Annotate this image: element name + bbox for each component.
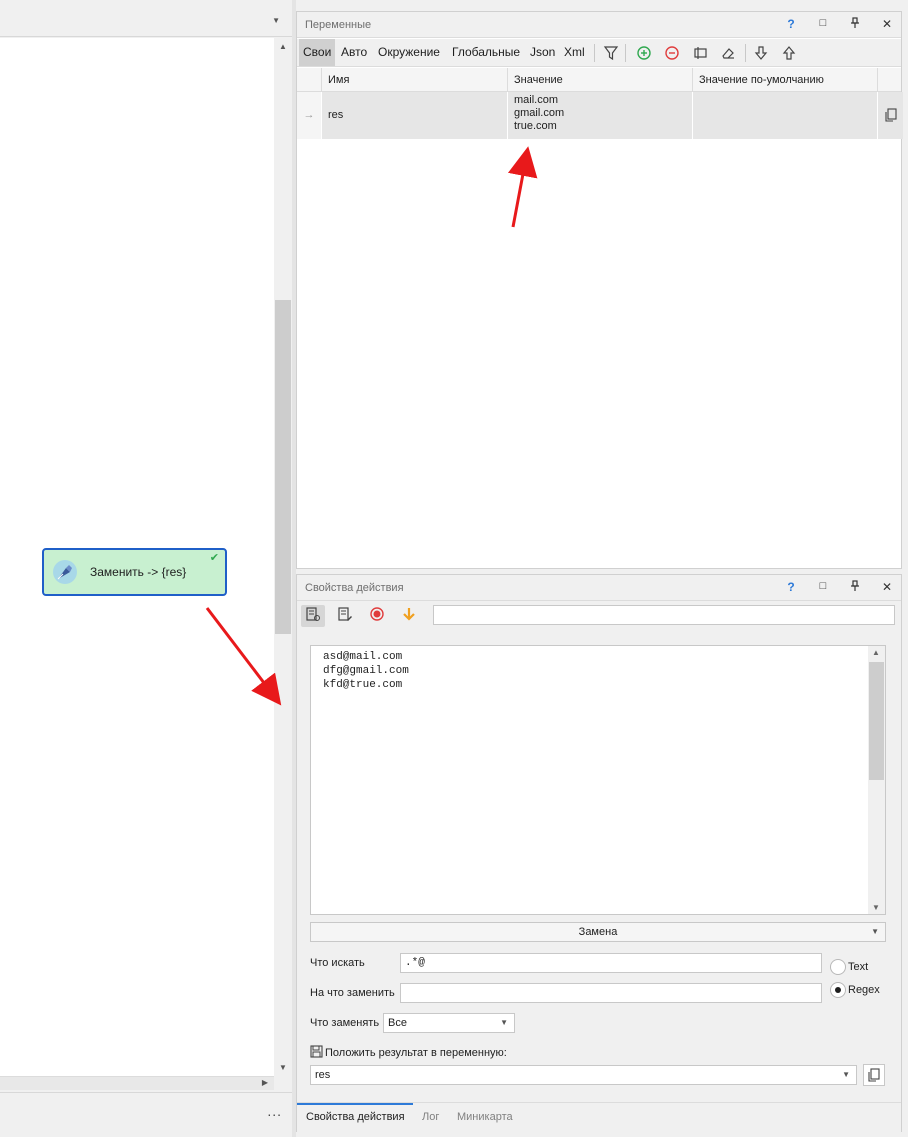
tab-minimap[interactable]: Миникарта	[457, 1111, 513, 1123]
properties-bottom-tabs: Свойства действия Лог Миникарта	[297, 1102, 901, 1132]
arrow-down-orange-icon[interactable]	[397, 605, 421, 627]
tab-global[interactable]: Глобальные	[448, 39, 524, 66]
tab-own[interactable]: Свои	[299, 39, 336, 66]
caret-down-icon: ▼	[500, 1018, 508, 1027]
help-icon[interactable]: ?	[783, 17, 799, 31]
what-replace-value: Все	[388, 1017, 407, 1029]
scroll-thumb[interactable]	[275, 300, 291, 634]
table-row[interactable]: → res mail.com gmail.com true.com	[297, 92, 903, 139]
scroll-up-icon[interactable]: ▲	[279, 42, 287, 51]
remove-icon[interactable]	[663, 44, 681, 62]
pin-icon[interactable]	[847, 17, 863, 32]
mode-select-value: Замена	[578, 926, 618, 938]
radio-text[interactable]	[830, 959, 846, 975]
add-icon[interactable]	[635, 44, 653, 62]
variable-name-cell[interactable]: res	[321, 92, 507, 139]
result-variable-select[interactable]: res ▼	[310, 1065, 857, 1085]
pin-icon[interactable]	[847, 580, 863, 595]
mode-select[interactable]: Замена ▼	[310, 922, 886, 942]
scroll-thumb[interactable]	[869, 662, 884, 780]
maximize-icon[interactable]: □	[815, 17, 831, 29]
save-icon	[310, 1045, 323, 1058]
tab-log[interactable]: Лог	[422, 1111, 439, 1123]
value-line: gmail.com	[514, 107, 565, 119]
caret-down-icon: ▼	[842, 1070, 850, 1079]
value-line: true.com	[514, 120, 557, 132]
properties-toolbar	[297, 602, 901, 630]
scroll-down-icon[interactable]: ▼	[872, 903, 880, 912]
replace-label: На что заменить	[310, 987, 395, 999]
variable-value-cell[interactable]: mail.com gmail.com true.com	[507, 92, 692, 139]
edit-note-icon[interactable]	[333, 605, 357, 627]
active-tab-indicator	[297, 1103, 413, 1105]
filter-icon[interactable]	[602, 44, 620, 62]
find-input[interactable]: .*@	[400, 953, 822, 973]
variable-default-cell[interactable]	[692, 92, 877, 139]
caret-down-icon: ▼	[871, 927, 879, 936]
result-variable-value: res	[315, 1069, 331, 1081]
copy-icon	[868, 1068, 880, 1082]
variables-panel: Переменные ? □ ✕ Свои Авто Окружение Гло…	[296, 11, 903, 569]
input-text-area[interactable]: asd@mail.com dfg@gmail.com kfd@true.com …	[310, 645, 886, 915]
replace-action-node[interactable]: Заменить -> {res} ✔	[42, 548, 227, 596]
caret-down-icon[interactable]: ▼	[272, 16, 280, 25]
result-label: Положить результат в переменную:	[325, 1047, 507, 1059]
value-line: mail.com	[514, 94, 559, 106]
scroll-down-icon[interactable]: ▼	[279, 1063, 287, 1072]
canvas-vertical-scrollbar[interactable]: ▲ ▼	[274, 38, 292, 1076]
canvas-horizontal-scrollbar[interactable]: ▶	[0, 1076, 274, 1090]
scroll-right-icon[interactable]: ▶	[262, 1078, 268, 1087]
more-icon[interactable]: ...	[267, 1103, 282, 1119]
workflow-bottom-bar: ...	[0, 1092, 292, 1132]
input-text-content[interactable]: asd@mail.com dfg@gmail.com kfd@true.com	[323, 650, 409, 692]
column-header-name[interactable]: Имя	[321, 68, 507, 92]
column-header-default[interactable]: Значение по-умолчанию	[692, 68, 877, 92]
column-header-extra	[877, 68, 903, 92]
properties-search-input[interactable]	[433, 605, 895, 625]
arrow-down-icon[interactable]	[752, 44, 770, 62]
variable-action-cell	[877, 92, 903, 139]
row-indicator-icon: →	[297, 92, 321, 139]
close-icon[interactable]: ✕	[879, 580, 895, 594]
action-settings-icon[interactable]	[301, 605, 325, 627]
copy-variable-button[interactable]	[863, 1064, 885, 1086]
eraser-icon[interactable]	[719, 44, 737, 62]
copy-icon[interactable]	[883, 107, 899, 123]
toolbar-separator	[594, 44, 595, 62]
variables-grid-header: Имя Значение Значение по-умолчанию	[297, 68, 901, 92]
panel-title: Свойства действия	[305, 582, 404, 594]
variables-panel-header: Переменные ? □ ✕	[297, 12, 901, 38]
record-icon[interactable]	[365, 605, 389, 627]
text-area-scrollbar[interactable]: ▲ ▼	[868, 646, 885, 914]
radio-regex[interactable]	[830, 982, 846, 998]
what-replace-select[interactable]: Все ▼	[383, 1013, 515, 1033]
toolbar-separator	[745, 44, 746, 62]
arrow-up-icon[interactable]	[780, 44, 798, 62]
panel-title: Переменные	[305, 19, 372, 31]
close-icon[interactable]: ✕	[879, 17, 895, 31]
radio-regex-label[interactable]: Regex	[848, 984, 880, 996]
action-properties-panel: Свойства действия ? □ ✕ asd@mail.com dfg…	[296, 574, 902, 1132]
help-icon[interactable]: ?	[783, 580, 799, 594]
radio-text-label[interactable]: Text	[848, 961, 868, 973]
pen-nib-icon	[53, 560, 77, 584]
replace-input[interactable]	[400, 983, 822, 1003]
what-replace-label: Что заменять	[310, 1017, 380, 1029]
node-label: Заменить -> {res}	[90, 565, 187, 579]
workflow-topbar: ▼	[0, 8, 292, 37]
tab-xml[interactable]: Xml	[560, 39, 589, 66]
toolbar-separator	[625, 44, 626, 62]
tab-json[interactable]: Json	[526, 39, 559, 66]
maximize-icon[interactable]: □	[815, 580, 831, 592]
check-icon: ✔	[209, 552, 219, 564]
tab-environment[interactable]: Окружение	[374, 39, 444, 66]
scroll-up-icon[interactable]: ▲	[872, 648, 880, 657]
properties-panel-header: Свойства действия ? □ ✕	[297, 575, 901, 601]
tab-action-properties[interactable]: Свойства действия	[306, 1111, 405, 1123]
variables-toolbar: Свои Авто Окружение Глобальные Json Xml	[297, 39, 901, 67]
find-label: Что искать	[310, 957, 365, 969]
column-icon[interactable]	[691, 44, 709, 62]
tab-auto[interactable]: Авто	[337, 39, 371, 66]
column-header-value[interactable]: Значение	[507, 68, 692, 92]
